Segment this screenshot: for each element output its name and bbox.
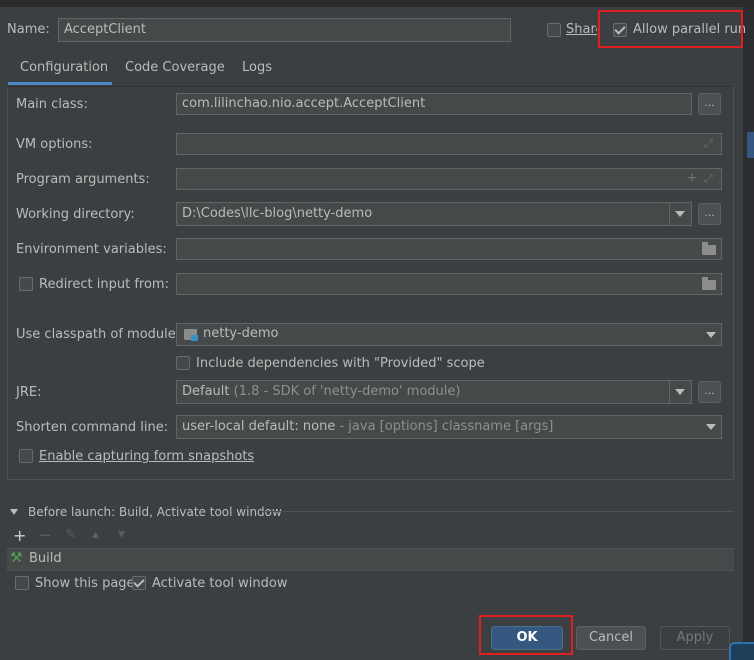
tab-logs[interactable]: Logs [242, 60, 272, 75]
working-directory-field[interactable]: D:\Codes\llc-blog\netty-demo [176, 202, 692, 226]
before-launch-separator [262, 511, 734, 512]
before-launch-collapse-icon[interactable] [10, 509, 18, 515]
background-editor-strip [743, 7, 754, 658]
shorten-command-line-dropdown-icon[interactable] [706, 424, 716, 430]
environment-variables-folder-icon[interactable] [702, 242, 716, 255]
redirect-input-checkbox[interactable] [19, 277, 33, 291]
classpath-module-label: Use classpath of module: [16, 327, 181, 342]
add-task-icon[interactable]: + [13, 526, 26, 545]
shorten-value-main: user-local default: none [182, 419, 336, 434]
tab-configuration[interactable]: Configuration [20, 60, 108, 75]
tab-code-coverage[interactable]: Code Coverage [125, 60, 225, 75]
vm-options-expand-icon[interactable]: ⤢ [704, 137, 713, 151]
include-dependencies-label: Include dependencies with "Provided" sco… [196, 356, 485, 371]
activate-tool-window-label: Activate tool window [152, 576, 288, 591]
classpath-module-dropdown-icon[interactable] [706, 332, 716, 338]
jre-label: JRE: [16, 385, 42, 400]
jre-value-main: Default [182, 384, 230, 399]
classpath-module-dropdown[interactable]: netty-demo [176, 323, 722, 346]
redirect-input-folder-icon[interactable] [702, 277, 716, 290]
before-launch-title: Before launch: Build, Activate tool wind… [28, 505, 282, 519]
environment-variables-label: Environment variables: [16, 242, 167, 257]
highlight-box-ok [479, 615, 573, 655]
cancel-button[interactable]: Cancel [576, 626, 646, 650]
name-field[interactable]: AcceptClient [58, 18, 511, 42]
name-label: Name: [7, 22, 50, 37]
working-directory-label: Working directory: [16, 207, 135, 222]
build-item[interactable]: ⚒ Build [7, 549, 307, 569]
program-arguments-label: Program arguments: [16, 172, 150, 187]
redirect-input-label: Redirect input from: [39, 277, 169, 292]
vm-options-label: VM options: [16, 137, 93, 152]
jre-dropdown-separator [669, 381, 670, 403]
jre-browse-button[interactable]: ... [698, 381, 721, 403]
shorten-command-line-dropdown[interactable]: user-local default: none - java [options… [176, 415, 722, 439]
main-class-field[interactable]: com.lilinchao.nio.accept.AcceptClient [176, 93, 692, 115]
module-folder-icon-badge [191, 335, 198, 341]
shorten-command-line-label: Shorten command line: [16, 420, 169, 435]
environment-variables-field[interactable] [176, 238, 722, 260]
jre-value-detail: (1.8 - SDK of 'netty-demo' module) [233, 384, 461, 399]
remove-task-icon[interactable]: − [39, 526, 52, 544]
activate-tool-window-checkbox[interactable] [132, 576, 146, 590]
redirect-input-field[interactable] [176, 273, 722, 295]
classpath-module-value: netty-demo [203, 326, 279, 341]
working-directory-dropdown-icon[interactable] [675, 211, 685, 217]
program-arguments-field[interactable] [176, 168, 722, 190]
show-this-page-checkbox[interactable] [15, 576, 29, 590]
show-this-page-label: Show this page [35, 576, 135, 591]
title-strip [0, 0, 754, 7]
build-item-label: Build [29, 551, 62, 566]
enable-capturing-label: Enable capturing form snapshots [39, 449, 255, 464]
shorten-value-detail: - java [options] classname [args] [339, 419, 554, 434]
share-label: Share [566, 22, 597, 37]
main-class-label: Main class: [16, 97, 88, 112]
program-arguments-expand-icon[interactable]: ⤢ [704, 172, 713, 186]
move-up-icon[interactable]: ▲ [92, 530, 99, 540]
main-class-browse-button[interactable]: ... [698, 93, 721, 115]
corner-window-edge [729, 642, 754, 660]
working-directory-dropdown-separator [669, 203, 670, 225]
vm-options-field[interactable] [176, 133, 722, 155]
background-editor-accent [747, 132, 754, 158]
share-checkbox[interactable] [547, 23, 561, 37]
hammer-icon: ⚒ [10, 550, 23, 566]
enable-capturing-checkbox[interactable] [19, 449, 33, 463]
working-directory-browse-button[interactable]: ... [698, 203, 721, 225]
jre-field[interactable]: Default (1.8 - SDK of 'netty-demo' modul… [176, 380, 692, 404]
edit-task-icon[interactable]: ✎ [65, 527, 76, 542]
include-dependencies-checkbox[interactable] [176, 356, 190, 370]
apply-button[interactable]: Apply [660, 626, 730, 650]
program-arguments-add-icon[interactable]: + [686, 170, 698, 186]
jre-dropdown-icon[interactable] [675, 389, 685, 395]
tab-configuration-underline [8, 82, 112, 85]
move-down-icon[interactable]: ▼ [118, 530, 125, 540]
highlight-box-parallel [598, 10, 743, 48]
